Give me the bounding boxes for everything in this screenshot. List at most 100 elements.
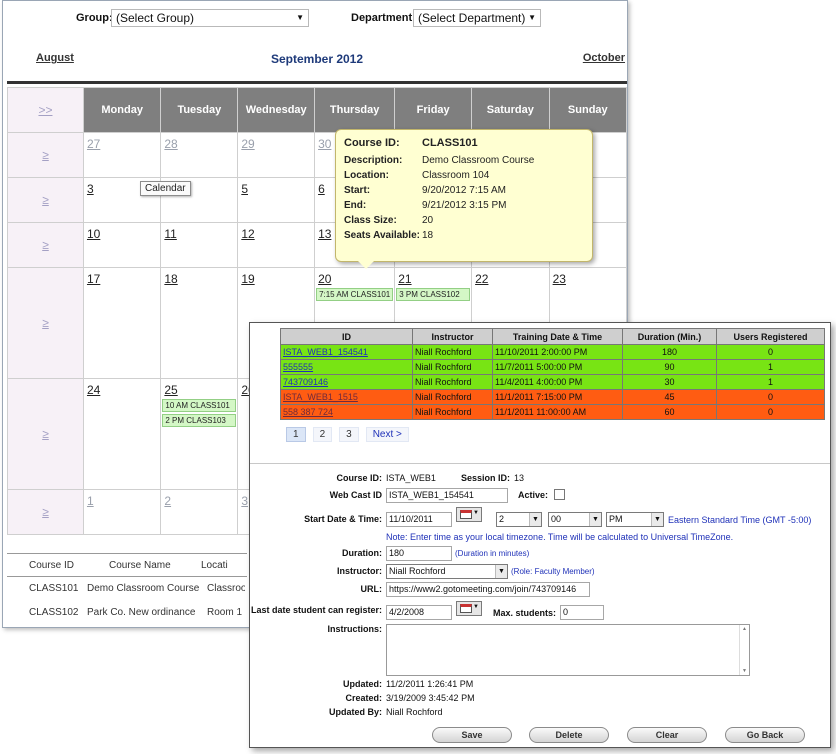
calendar-day-cell[interactable]: 18 bbox=[160, 267, 239, 379]
page-link-1[interactable]: 1 bbox=[286, 427, 306, 442]
day-number[interactable]: 20 bbox=[315, 268, 394, 286]
department-select[interactable]: (Select Department) ▼ bbox=[413, 9, 541, 27]
start-minute-select[interactable]: 00 ▼ bbox=[548, 512, 602, 527]
session-row[interactable]: ISTA_WEB1_154541 Niall Rochford 11/10/2011… bbox=[280, 344, 825, 360]
start-date-input[interactable]: 11/10/2011 bbox=[386, 512, 452, 527]
session-id-link[interactable]: ISTA_WEB1_1515 bbox=[280, 389, 413, 405]
session-cell-users: 0 bbox=[716, 389, 825, 405]
calendar-event[interactable]: 7:15 AM CLASS101 bbox=[316, 288, 394, 301]
clear-button[interactable]: Clear bbox=[627, 727, 707, 743]
day-number[interactable]: 1 bbox=[84, 490, 160, 508]
save-button[interactable]: Save bbox=[432, 727, 512, 743]
url-input[interactable]: https://www2.gotomeeting.com/join/743709… bbox=[386, 582, 590, 597]
day-number[interactable]: 11 bbox=[161, 223, 237, 241]
calendar-nav-header[interactable]: >> bbox=[7, 87, 84, 133]
col-header-instructor[interactable]: Instructor bbox=[412, 328, 493, 345]
day-number[interactable]: 2 bbox=[161, 490, 237, 508]
instructions-textarea[interactable] bbox=[386, 624, 750, 676]
webcast-id-input[interactable]: ISTA_WEB1_154541 bbox=[386, 488, 508, 503]
calendar-event[interactable]: 3 PM CLASS102 bbox=[396, 288, 471, 301]
day-number[interactable]: 12 bbox=[238, 223, 314, 241]
start-ampm-select[interactable]: PM ▼ bbox=[606, 512, 664, 527]
calendar-day-cell[interactable]: 29 bbox=[237, 132, 316, 178]
calendar-day-cell[interactable]: 24 bbox=[82, 378, 162, 490]
day-number[interactable]: 21 bbox=[395, 268, 471, 286]
active-checkbox[interactable] bbox=[554, 489, 565, 500]
day-number[interactable]: 29 bbox=[238, 133, 314, 151]
day-header: Sunday bbox=[548, 87, 627, 133]
next-month-link[interactable]: October bbox=[583, 52, 625, 64]
calendar-day-cell[interactable]: 5 bbox=[237, 177, 316, 223]
department-select-value: (Select Department) bbox=[418, 11, 526, 25]
week-nav-link[interactable]: ≥ bbox=[7, 378, 84, 490]
updated-value: 11/2/2011 1:26:41 PM bbox=[386, 679, 474, 689]
day-number[interactable]: 10 bbox=[84, 223, 160, 241]
calendar-event[interactable]: 2 PM CLASS103 bbox=[162, 414, 237, 427]
calendar-day-cell[interactable]: 12 bbox=[237, 222, 316, 268]
day-number[interactable]: 18 bbox=[161, 268, 237, 286]
page-link-3[interactable]: 3 bbox=[339, 427, 359, 442]
session-cell-duration: 45 bbox=[622, 389, 717, 405]
last-date-picker-button[interactable]: ▼ bbox=[456, 601, 482, 616]
group-select[interactable]: (Select Group) ▼ bbox=[111, 9, 309, 27]
chevron-down-icon: ▼ bbox=[529, 513, 541, 526]
start-date-label: Start Date & Time: bbox=[304, 514, 382, 524]
calendar-day-cell[interactable]: 17 bbox=[82, 267, 162, 379]
col-header-id[interactable]: ID bbox=[280, 328, 413, 345]
course-list-row[interactable]: CLASS101 Demo Classroom Course Classroor bbox=[7, 577, 247, 601]
popup-field-label: End: bbox=[344, 200, 367, 211]
session-id-link[interactable]: 558 387 724 bbox=[280, 404, 413, 420]
week-nav-link[interactable]: ≥ bbox=[7, 489, 84, 535]
calendar-day-cell[interactable]: 27 bbox=[82, 132, 162, 178]
day-number[interactable]: 25 bbox=[161, 379, 237, 397]
day-number[interactable]: 23 bbox=[550, 268, 626, 286]
page-link-2[interactable]: 2 bbox=[312, 427, 333, 442]
instructor-value: Niall Rochford bbox=[389, 566, 446, 576]
calendar-day-cell[interactable]: 1 bbox=[82, 489, 162, 535]
calendar-day-cell[interactable]: 28 bbox=[160, 132, 239, 178]
week-nav-link[interactable]: ≥ bbox=[7, 132, 84, 178]
instructor-select[interactable]: Niall Rochford ▼ bbox=[386, 564, 508, 579]
instructions-scrollbar[interactable] bbox=[739, 625, 749, 675]
week-nav-link[interactable]: ≥ bbox=[7, 177, 84, 223]
calendar-day-cell[interactable]: 25 10 AM CLASS101 2 PM CLASS103 bbox=[160, 378, 239, 490]
max-students-input[interactable]: 0 bbox=[560, 605, 604, 620]
week-nav-link[interactable]: ≥ bbox=[7, 222, 84, 268]
next-page-link[interactable]: Next > bbox=[365, 427, 409, 442]
day-number[interactable]: 24 bbox=[84, 379, 160, 397]
week-nav-link[interactable]: ≥ bbox=[7, 267, 84, 379]
day-number[interactable]: 27 bbox=[84, 133, 160, 151]
day-number[interactable]: 19 bbox=[238, 268, 314, 286]
session-id-link[interactable]: 743709146 bbox=[280, 374, 413, 390]
session-id-link[interactable]: 555555 bbox=[280, 359, 413, 375]
session-id-link[interactable]: ISTA_WEB1_154541 bbox=[280, 344, 413, 360]
course-list-row[interactable]: CLASS102 Park Co. New ordinance Room 1 bbox=[7, 601, 247, 625]
col-header-datetime[interactable]: Training Date & Time bbox=[492, 328, 623, 345]
pagination: 1 2 3 Next > bbox=[286, 427, 416, 442]
duration-input[interactable]: 180 bbox=[386, 546, 452, 561]
go-back-button[interactable]: Go Back bbox=[725, 727, 805, 743]
calendar-day-cell[interactable]: 11 bbox=[160, 222, 239, 268]
calendar-day-cell[interactable]: 2 bbox=[160, 489, 239, 535]
popup-row: Description: Demo Classroom Course bbox=[344, 155, 536, 170]
day-number[interactable]: 28 bbox=[161, 133, 237, 151]
session-row[interactable]: 555555 Niall Rochford 11/7/2011 5:00:00 PM… bbox=[280, 359, 825, 375]
last-register-date-input[interactable]: 4/2/2008 bbox=[386, 605, 452, 620]
calendar-event[interactable]: 10 AM CLASS101 bbox=[162, 399, 237, 412]
day-number[interactable]: 17 bbox=[84, 268, 160, 286]
delete-button[interactable]: Delete bbox=[529, 727, 609, 743]
session-row[interactable]: 743709146 Niall Rochford 11/4/2011 4:00:00… bbox=[280, 374, 825, 390]
session-row[interactable]: ISTA_WEB1_1515 Niall Rochford 11/1/2011 7:… bbox=[280, 389, 825, 405]
group-select-value: (Select Group) bbox=[116, 11, 195, 25]
col-header-users[interactable]: Users Registered bbox=[716, 328, 825, 345]
active-label: Active: bbox=[517, 490, 548, 500]
session-row[interactable]: 558 387 724 Niall Rochford 11/1/2011 11:00… bbox=[280, 404, 825, 420]
calendar-day-cell[interactable]: 10 bbox=[82, 222, 162, 268]
session-cell-datetime: 11/10/2011 2:00:00 PM bbox=[492, 344, 623, 360]
start-hour-select[interactable]: 2 ▼ bbox=[496, 512, 542, 527]
col-header-duration[interactable]: Duration (Min.) bbox=[622, 328, 717, 345]
instructor-label: Instructor: bbox=[337, 566, 382, 576]
day-number[interactable]: 5 bbox=[238, 178, 314, 196]
start-date-picker-button[interactable]: ▼ bbox=[456, 507, 482, 522]
day-number[interactable]: 22 bbox=[472, 268, 549, 286]
